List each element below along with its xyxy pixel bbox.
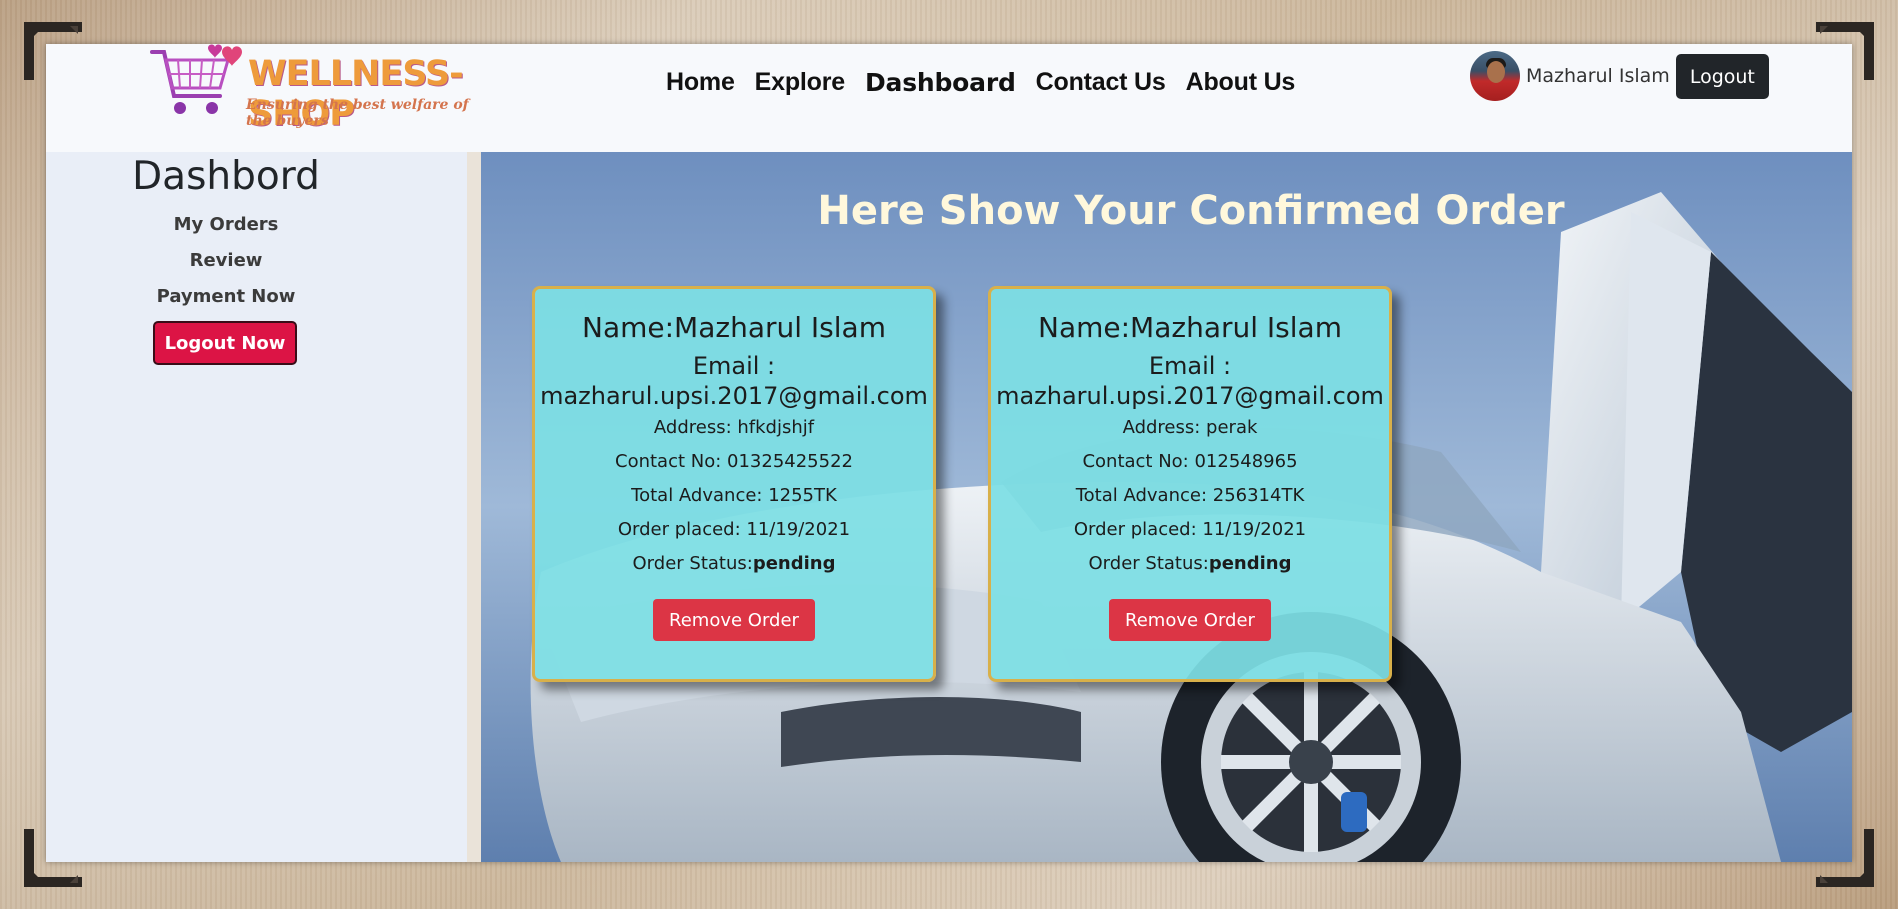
order-card: Name:Mazharul Islam Email : mazharul.ups…	[532, 286, 936, 682]
nav-about-us[interactable]: About Us	[1186, 68, 1296, 97]
order-contact: Contact No: 012548965	[1082, 451, 1298, 472]
nav-explore[interactable]: Explore	[755, 68, 846, 97]
user-name: Mazharul Islam	[1526, 65, 1670, 87]
logout-now-button[interactable]: Logout Now	[153, 321, 297, 365]
sidebar-title: Dashbord	[132, 154, 320, 199]
user-area: Mazharul Islam Logout	[1470, 50, 1769, 102]
nav-home[interactable]: Home	[666, 68, 735, 97]
frame-corner-bottom-right	[1816, 829, 1874, 887]
order-status: Order Status:pending	[535, 547, 933, 581]
nav-dashboard[interactable]: Dashboard	[865, 68, 1016, 97]
nav-contact-us[interactable]: Contact Us	[1036, 68, 1166, 97]
remove-order-button[interactable]: Remove Order	[653, 599, 815, 641]
sidebar-item-review[interactable]: Review	[46, 250, 406, 271]
remove-order-button[interactable]: Remove Order	[1109, 599, 1271, 641]
shopping-cart-heart-icon	[150, 44, 242, 114]
order-contact: Contact No: 01325425522	[615, 451, 853, 472]
browser-page: WELLNESS-SHOP Ensuring the best welfare …	[46, 44, 1852, 862]
order-advance: Total Advance: 256314TK	[1075, 485, 1305, 506]
page-title: Here Show Your Confirmed Order	[817, 188, 1565, 234]
frame-corner-top-right	[1816, 22, 1874, 80]
order-name: Name:Mazharul Islam	[582, 311, 886, 344]
avatar	[1470, 51, 1520, 101]
order-email-label: Email :	[692, 352, 776, 380]
logout-button[interactable]: Logout	[1675, 53, 1769, 99]
sidebar-item-my-orders[interactable]: My Orders	[46, 214, 406, 235]
order-name: Name:Mazharul Islam	[1038, 311, 1342, 344]
sidebar-divider	[467, 152, 481, 862]
order-placed-date: Order placed: 11/19/2021	[617, 519, 851, 540]
order-status-value: pending	[1208, 553, 1292, 574]
order-advance: Total Advance: 1255TK	[631, 485, 837, 506]
order-email-label: Email :	[1148, 352, 1232, 380]
brand-tagline: Ensuring the best welfare of the buyers	[246, 97, 469, 129]
order-email: mazharul.upsi.2017@gmail.com	[540, 382, 928, 410]
order-status-label: Order Status:	[632, 553, 753, 574]
dashboard-sidebar: Dashbord My Orders Review Payment Now Lo…	[46, 152, 467, 862]
order-email: mazharul.upsi.2017@gmail.com	[996, 382, 1384, 410]
main-nav: Home Explore Dashboard Contact Us About …	[666, 60, 1315, 104]
orders-main-panel: Here Show Your Confirmed Order Name:Mazh…	[481, 152, 1852, 862]
frame-corner-top-left	[24, 22, 82, 80]
order-card: Name:Mazharul Islam Email : mazharul.ups…	[988, 286, 1392, 682]
order-placed-date: Order placed: 11/19/2021	[1073, 519, 1307, 540]
order-status-value: pending	[752, 553, 836, 574]
brand-logo[interactable]: WELLNESS-SHOP Ensuring the best welfare …	[150, 44, 490, 134]
navbar: WELLNESS-SHOP Ensuring the best welfare …	[46, 44, 1852, 152]
sidebar-item-payment-now[interactable]: Payment Now	[46, 286, 406, 307]
frame-corner-bottom-left	[24, 829, 82, 887]
order-status: Order Status:pending	[991, 547, 1389, 581]
order-address: Address: hfkdjshjf	[653, 417, 815, 438]
order-address: Address: perak	[1122, 417, 1258, 438]
order-status-label: Order Status:	[1088, 553, 1209, 574]
